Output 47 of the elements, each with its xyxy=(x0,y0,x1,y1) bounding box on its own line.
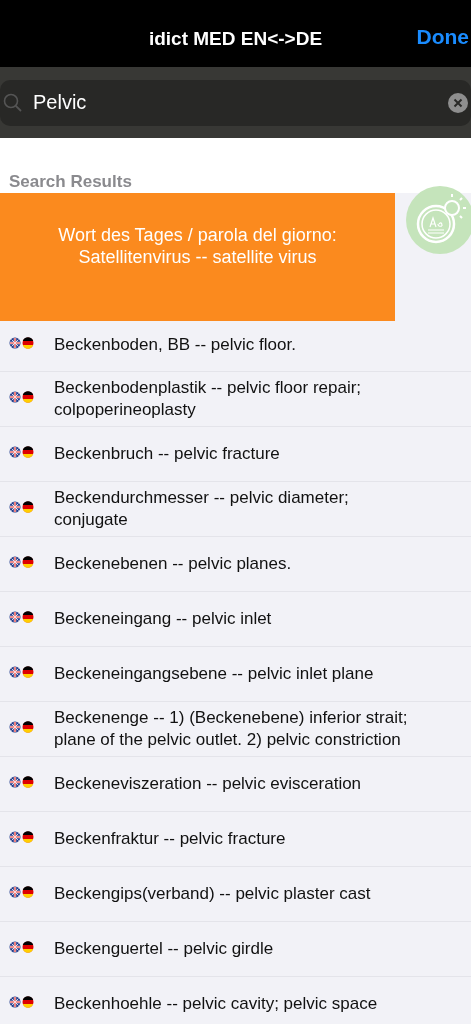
banner-text: Satellitenvirus -- satellite virus xyxy=(78,246,317,268)
result-row[interactable]: Beckeneingangsebene -- pelvic inlet plane xyxy=(0,647,471,702)
result-text: Beckenenge -- 1) (Beckenebene) inferior strait; plane of the pelvic outlet. 2) pelvic constriction xyxy=(54,707,409,751)
flags-icon xyxy=(9,776,35,788)
result-row[interactable]: Beckenhoehle -- pelvic cavity; pelvic space xyxy=(0,977,471,1024)
flags-icon xyxy=(9,336,35,349)
clear-icon[interactable] xyxy=(448,92,468,113)
result-text: Beckeneingang -- pelvic inlet xyxy=(54,608,272,630)
search-field[interactable]: Pelvic xyxy=(0,79,471,126)
flags-icon xyxy=(9,556,35,568)
result-row[interactable]: Beckenbodenplastik -- pelvic floor repair; colpoperineoplasty xyxy=(0,372,471,427)
result-text: Beckenebenen -- pelvic planes. xyxy=(54,553,292,575)
result-row[interactable]: Beckenguertel -- pelvic girdle xyxy=(0,922,471,977)
result-row[interactable]: Beckenebenen -- pelvic planes. xyxy=(0,537,471,592)
result-row[interactable]: Beckenbruch -- pelvic fracture xyxy=(0,427,471,482)
result-text: Beckenbruch -- pelvic fracture xyxy=(54,443,280,465)
banner-text: Wort des Tages / parola del giorno: xyxy=(58,224,337,246)
result-text: Beckeneviszeration -- pelvic evisceration xyxy=(54,773,362,795)
result-row[interactable]: Beckenboden, BB -- pelvic floor. xyxy=(0,310,471,372)
flags-icon xyxy=(9,941,35,953)
result-text: Beckenbodenplastik -- pelvic floor repair; colpoperineoplasty xyxy=(54,377,363,421)
result-text: Beckenboden, BB -- pelvic floor. xyxy=(54,333,296,356)
result-text: Beckengips(verband) -- pelvic plaster cast xyxy=(54,883,371,905)
flags-icon xyxy=(9,831,35,843)
flags-icon xyxy=(9,501,35,513)
result-row[interactable]: Beckengips(verband) -- pelvic plaster cast xyxy=(0,867,471,922)
result-row[interactable]: Beckenfraktur -- pelvic fracture xyxy=(0,812,471,867)
flags-icon xyxy=(9,721,35,733)
result-text: Beckendurchmesser -- pelvic diameter; conjugate xyxy=(54,487,350,531)
flags-icon xyxy=(9,886,35,898)
flags-icon xyxy=(9,391,35,403)
result-row[interactable]: Beckenenge -- 1) (Beckenebene) inferior strait; plane of the pelvic outlet. 2) pelvic constriction xyxy=(0,702,471,757)
window-title: idict MED EN<->DE xyxy=(148,27,323,50)
section-header: Search Results xyxy=(9,171,132,193)
result-text: Beckenhoehle -- pelvic cavity; pelvic space xyxy=(54,993,378,1015)
flags-icon xyxy=(9,666,35,678)
result-row[interactable]: Beckeneingang -- pelvic inlet xyxy=(0,592,471,647)
done-button[interactable]: Done xyxy=(416,25,469,49)
flags-icon xyxy=(9,446,35,458)
result-text: Beckeneingangsebene -- pelvic inlet plane xyxy=(54,663,374,685)
result-row[interactable]: Beckendurchmesser -- pelvic diameter; conjugate xyxy=(0,482,471,537)
search-icon xyxy=(3,92,23,113)
result-text: Beckenguertel -- pelvic girdle xyxy=(54,938,274,960)
result-row[interactable]: Beckeneviszeration -- pelvic evisceration xyxy=(0,757,471,812)
flags-icon xyxy=(9,996,35,1008)
flags-icon xyxy=(9,611,35,623)
result-text: Beckenfraktur -- pelvic fracture xyxy=(54,828,286,850)
